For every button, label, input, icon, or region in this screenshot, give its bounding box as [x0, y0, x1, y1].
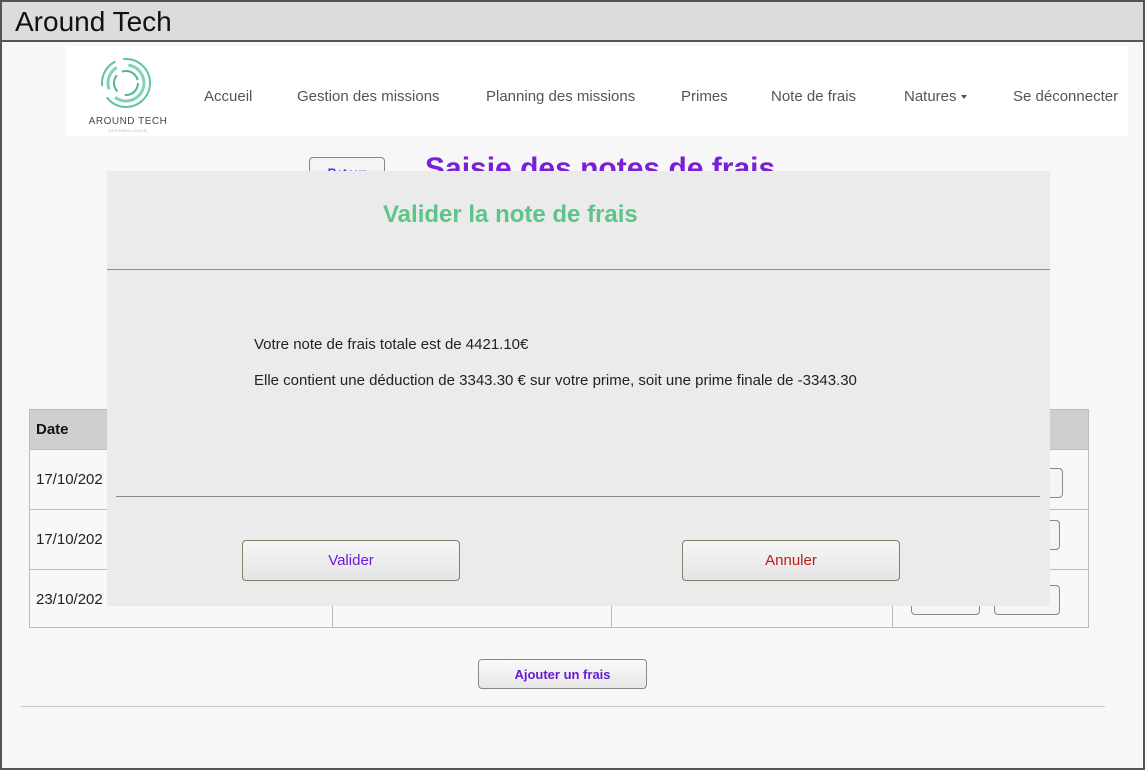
window-titlebar: Around Tech	[2, 2, 1143, 42]
brand-name: AROUND TECH	[88, 116, 168, 127]
nav-note-de-frais[interactable]: Note de frais	[771, 88, 856, 105]
modal-title: Valider la note de frais	[383, 201, 638, 228]
validate-expense-modal: Valider la note de frais Votre note de f…	[107, 171, 1050, 606]
row-date: 23/10/202	[36, 591, 103, 608]
brand-logo[interactable]: AROUND TECH TECHNOLOGIE	[86, 54, 170, 133]
top-navbar: AROUND TECH TECHNOLOGIE Accueil Gestion …	[66, 46, 1128, 136]
nav-planning-missions[interactable]: Planning des missions	[486, 88, 635, 105]
nav-accueil[interactable]: Accueil	[204, 88, 252, 105]
footer-divider	[21, 706, 1105, 707]
modal-deduction-text: Elle contient une déduction de 3343.30 €…	[254, 372, 857, 389]
caret-down-icon	[960, 95, 967, 100]
nav-gestion-missions[interactable]: Gestion des missions	[297, 88, 440, 105]
modal-header-divider	[107, 269, 1050, 270]
cancel-button[interactable]: Annuler	[682, 540, 900, 581]
row-date: 17/10/202	[36, 471, 103, 488]
column-header-date: Date	[36, 421, 69, 438]
modal-footer-divider	[116, 496, 1040, 497]
row-date: 17/10/202	[36, 531, 103, 548]
nav-natures-dropdown[interactable]: Natures	[904, 88, 967, 105]
validate-button[interactable]: Valider	[242, 540, 460, 581]
app-window: Around Tech AROUND TECH TECHNOLOGIE Accu…	[0, 0, 1145, 770]
brand-subtitle: TECHNOLOGIE	[107, 128, 149, 133]
nav-primes[interactable]: Primes	[681, 88, 728, 105]
nav-se-deconnecter[interactable]: Se déconnecter	[1013, 88, 1118, 105]
nav-natures-label: Natures	[904, 88, 957, 105]
modal-total-text: Votre note de frais totale est de 4421.1…	[254, 336, 529, 353]
add-expense-button[interactable]: Ajouter un frais	[478, 659, 647, 689]
window-title: Around Tech	[15, 6, 172, 37]
logo-swirl-icon	[101, 58, 151, 108]
